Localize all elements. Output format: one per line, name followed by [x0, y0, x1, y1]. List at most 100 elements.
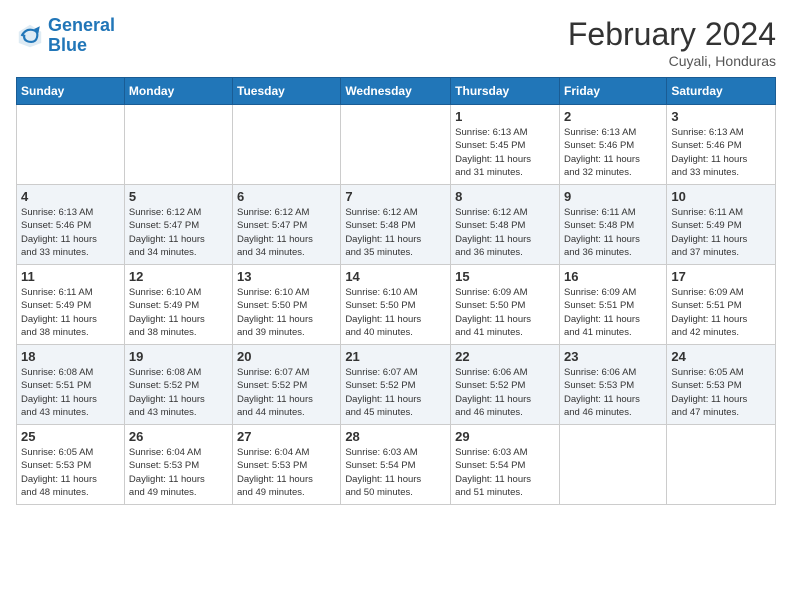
calendar-cell: [667, 425, 776, 505]
day-number: 4: [21, 189, 120, 204]
day-header-monday: Monday: [124, 78, 232, 105]
day-info: Sunrise: 6:10 AM Sunset: 5:50 PM Dayligh…: [345, 286, 446, 339]
month-title: February 2024: [568, 16, 776, 53]
calendar-cell: 16Sunrise: 6:09 AM Sunset: 5:51 PM Dayli…: [559, 265, 666, 345]
calendar-cell: 12 Sunrise: 6:10 AM Sunset: 5:49 PM Dayli…: [124, 265, 232, 345]
day-header-sunday: Sunday: [17, 78, 125, 105]
day-info: Sunrise: 6:10 AM Sunset: 5:49 PM Dayligh…: [129, 286, 228, 339]
day-number: 28: [345, 429, 446, 444]
day-info: Sunrise: 6:06 AM Sunset: 5:53 PM Dayligh…: [564, 366, 662, 419]
day-info: Sunrise: 6:13 AM Sunset: 5:46 PM Dayligh…: [564, 126, 662, 179]
day-number: 14: [345, 269, 446, 284]
day-number: 7: [345, 189, 446, 204]
calendar-cell: [341, 105, 451, 185]
day-number: 27: [237, 429, 336, 444]
calendar-cell: 17Sunrise: 6:09 AM Sunset: 5:51 PM Dayli…: [667, 265, 776, 345]
calendar-week-row: 25 Sunrise: 6:05 AM Sunset: 5:53 PM Dayli…: [17, 425, 776, 505]
day-info: Sunrise: 6:04 AM Sunset: 5:53 PM Dayligh…: [129, 446, 228, 499]
calendar-cell: 15 Sunrise: 6:09 AM Sunset: 5:50 PM Dayli…: [451, 265, 560, 345]
day-info: Sunrise: 6:08 AM Sunset: 5:52 PM Dayligh…: [129, 366, 228, 419]
calendar-cell: 7 Sunrise: 6:12 AM Sunset: 5:48 PM Daylig…: [341, 185, 451, 265]
day-number: 2: [564, 109, 662, 124]
calendar-cell: 14 Sunrise: 6:10 AM Sunset: 5:50 PM Dayli…: [341, 265, 451, 345]
day-header-wednesday: Wednesday: [341, 78, 451, 105]
calendar-week-row: 11Sunrise: 6:11 AM Sunset: 5:49 PM Dayli…: [17, 265, 776, 345]
day-header-thursday: Thursday: [451, 78, 560, 105]
location-subtitle: Cuyali, Honduras: [568, 53, 776, 69]
calendar-cell: 26 Sunrise: 6:04 AM Sunset: 5:53 PM Dayli…: [124, 425, 232, 505]
day-info: Sunrise: 6:10 AM Sunset: 5:50 PM Dayligh…: [237, 286, 336, 339]
calendar-cell: 25 Sunrise: 6:05 AM Sunset: 5:53 PM Dayli…: [17, 425, 125, 505]
calendar-table: SundayMondayTuesdayWednesdayThursdayFrid…: [16, 77, 776, 505]
day-number: 3: [671, 109, 771, 124]
day-info: Sunrise: 6:05 AM Sunset: 5:53 PM Dayligh…: [671, 366, 771, 419]
calendar-body: 1 Sunrise: 6:13 AM Sunset: 5:45 PM Daylig…: [17, 105, 776, 505]
calendar-cell: 22 Sunrise: 6:06 AM Sunset: 5:52 PM Dayli…: [451, 345, 560, 425]
day-header-saturday: Saturday: [667, 78, 776, 105]
day-number: 1: [455, 109, 555, 124]
calendar-cell: [124, 105, 232, 185]
day-number: 8: [455, 189, 555, 204]
day-info: Sunrise: 6:05 AM Sunset: 5:53 PM Dayligh…: [21, 446, 120, 499]
day-info: Sunrise: 6:13 AM Sunset: 5:46 PM Dayligh…: [671, 126, 771, 179]
day-number: 18: [21, 349, 120, 364]
calendar-cell: 18 Sunrise: 6:08 AM Sunset: 5:51 PM Dayli…: [17, 345, 125, 425]
calendar-cell: 1 Sunrise: 6:13 AM Sunset: 5:45 PM Daylig…: [451, 105, 560, 185]
day-info: Sunrise: 6:09 AM Sunset: 5:50 PM Dayligh…: [455, 286, 555, 339]
day-info: Sunrise: 6:07 AM Sunset: 5:52 PM Dayligh…: [237, 366, 336, 419]
day-info: Sunrise: 6:03 AM Sunset: 5:54 PM Dayligh…: [345, 446, 446, 499]
calendar-cell: 2 Sunrise: 6:13 AM Sunset: 5:46 PM Daylig…: [559, 105, 666, 185]
day-number: 20: [237, 349, 336, 364]
page-header: General Blue February 2024 Cuyali, Hondu…: [16, 16, 776, 69]
title-area: February 2024 Cuyali, Honduras: [568, 16, 776, 69]
calendar-cell: [559, 425, 666, 505]
calendar-cell: 20 Sunrise: 6:07 AM Sunset: 5:52 PM Dayli…: [233, 345, 341, 425]
day-info: Sunrise: 6:12 AM Sunset: 5:47 PM Dayligh…: [129, 206, 228, 259]
day-number: 11: [21, 269, 120, 284]
calendar-cell: 9Sunrise: 6:11 AM Sunset: 5:48 PM Daylig…: [559, 185, 666, 265]
calendar-cell: 13 Sunrise: 6:10 AM Sunset: 5:50 PM Dayli…: [233, 265, 341, 345]
day-number: 21: [345, 349, 446, 364]
day-number: 23: [564, 349, 662, 364]
day-info: Sunrise: 6:11 AM Sunset: 5:49 PM Dayligh…: [671, 206, 771, 259]
day-number: 15: [455, 269, 555, 284]
calendar-cell: 28 Sunrise: 6:03 AM Sunset: 5:54 PM Dayli…: [341, 425, 451, 505]
calendar-cell: 3 Sunrise: 6:13 AM Sunset: 5:46 PM Daylig…: [667, 105, 776, 185]
calendar-cell: 10 Sunrise: 6:11 AM Sunset: 5:49 PM Dayli…: [667, 185, 776, 265]
day-number: 13: [237, 269, 336, 284]
logo-text: General Blue: [48, 16, 115, 56]
calendar-cell: 29Sunrise: 6:03 AM Sunset: 5:54 PM Dayli…: [451, 425, 560, 505]
day-number: 16: [564, 269, 662, 284]
day-number: 22: [455, 349, 555, 364]
calendar-header-row: SundayMondayTuesdayWednesdayThursdayFrid…: [17, 78, 776, 105]
day-header-tuesday: Tuesday: [233, 78, 341, 105]
day-number: 9: [564, 189, 662, 204]
day-number: 10: [671, 189, 771, 204]
calendar-cell: 5 Sunrise: 6:12 AM Sunset: 5:47 PM Daylig…: [124, 185, 232, 265]
day-info: Sunrise: 6:03 AM Sunset: 5:54 PM Dayligh…: [455, 446, 555, 499]
calendar-cell: 6Sunrise: 6:12 AM Sunset: 5:47 PM Daylig…: [233, 185, 341, 265]
day-info: Sunrise: 6:12 AM Sunset: 5:48 PM Dayligh…: [345, 206, 446, 259]
day-info: Sunrise: 6:04 AM Sunset: 5:53 PM Dayligh…: [237, 446, 336, 499]
day-info: Sunrise: 6:06 AM Sunset: 5:52 PM Dayligh…: [455, 366, 555, 419]
day-number: 25: [21, 429, 120, 444]
day-header-friday: Friday: [559, 78, 666, 105]
day-number: 5: [129, 189, 228, 204]
calendar-week-row: 1 Sunrise: 6:13 AM Sunset: 5:45 PM Daylig…: [17, 105, 776, 185]
day-number: 19: [129, 349, 228, 364]
calendar-cell: 11Sunrise: 6:11 AM Sunset: 5:49 PM Dayli…: [17, 265, 125, 345]
calendar-cell: 21 Sunrise: 6:07 AM Sunset: 5:52 PM Dayli…: [341, 345, 451, 425]
day-number: 26: [129, 429, 228, 444]
calendar-cell: [233, 105, 341, 185]
day-info: Sunrise: 6:13 AM Sunset: 5:45 PM Dayligh…: [455, 126, 555, 179]
day-number: 24: [671, 349, 771, 364]
calendar-cell: 4 Sunrise: 6:13 AM Sunset: 5:46 PM Daylig…: [17, 185, 125, 265]
calendar-cell: 27 Sunrise: 6:04 AM Sunset: 5:53 PM Dayli…: [233, 425, 341, 505]
day-info: Sunrise: 6:07 AM Sunset: 5:52 PM Dayligh…: [345, 366, 446, 419]
calendar-cell: 19 Sunrise: 6:08 AM Sunset: 5:52 PM Dayli…: [124, 345, 232, 425]
calendar-cell: 23 Sunrise: 6:06 AM Sunset: 5:53 PM Dayli…: [559, 345, 666, 425]
day-number: 12: [129, 269, 228, 284]
day-info: Sunrise: 6:09 AM Sunset: 5:51 PM Dayligh…: [671, 286, 771, 339]
day-info: Sunrise: 6:13 AM Sunset: 5:46 PM Dayligh…: [21, 206, 120, 259]
day-info: Sunrise: 6:08 AM Sunset: 5:51 PM Dayligh…: [21, 366, 120, 419]
